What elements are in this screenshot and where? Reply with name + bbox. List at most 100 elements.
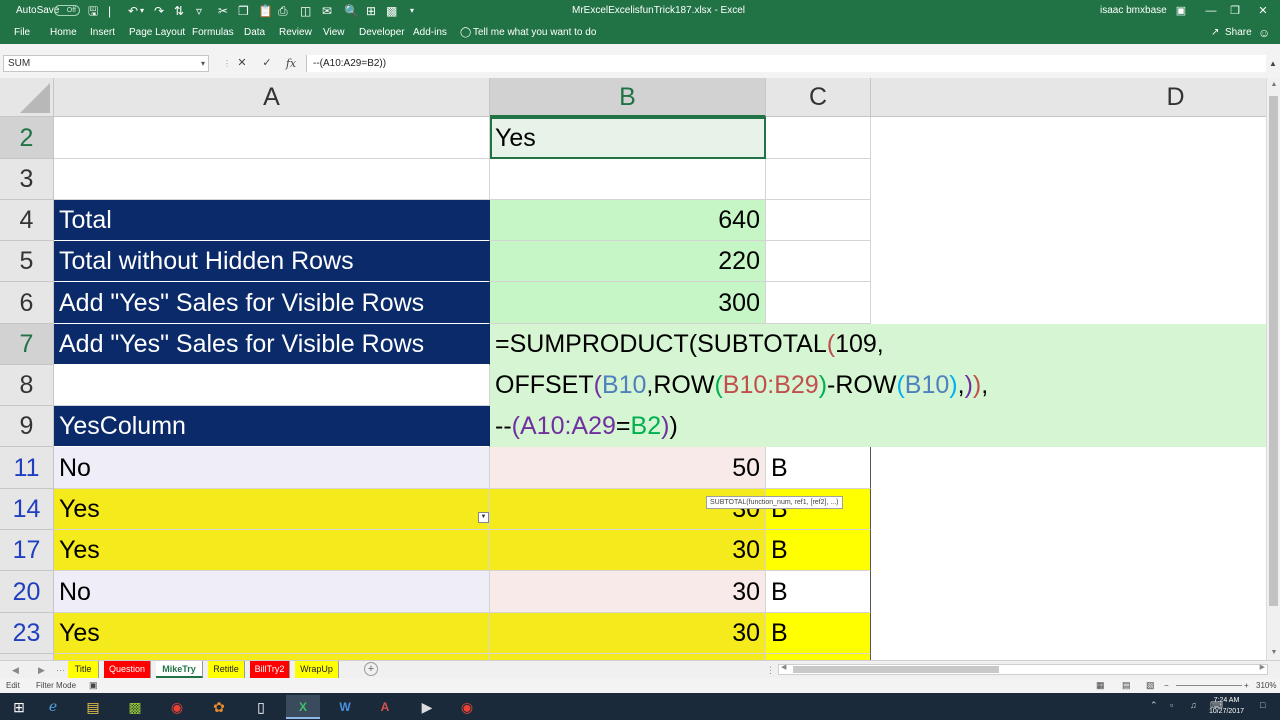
cell-a20[interactable]: No [54, 571, 490, 613]
horizontal-scrollbar[interactable]: ◀ ▶ [778, 664, 1268, 675]
page-layout-view-icon[interactable]: ▤ [1122, 678, 1131, 693]
vertical-scrollbar[interactable]: ▲ ▼ [1266, 78, 1280, 660]
tab-file[interactable]: File [14, 22, 30, 44]
tab-add-ins[interactable]: Add-ins [413, 22, 447, 44]
cell-a17[interactable]: Yes [54, 530, 490, 571]
zoom-level[interactable]: 310% [1256, 678, 1276, 693]
tab-insert[interactable]: Insert [90, 22, 115, 44]
row-header-2[interactable]: 2 [0, 117, 54, 159]
column-header-c[interactable]: C [766, 78, 871, 117]
cell-a8[interactable] [54, 365, 490, 406]
tab-formulas[interactable]: Formulas [192, 22, 234, 44]
media-app-icon[interactable]: ▶ [410, 695, 444, 719]
tab-data[interactable]: Data [244, 22, 265, 44]
scroll-up-icon[interactable]: ▲ [1267, 78, 1280, 92]
sheet-tab-retitle[interactable]: Retitle [208, 661, 245, 678]
formula-input[interactable]: --(A10:A29=B2)) [306, 55, 1266, 72]
cell-a14[interactable]: Yes [54, 489, 490, 530]
chrome-icon[interactable]: ◉ [160, 695, 194, 719]
worksheet-grid[interactable]: A B C D 2 3 4 5 6 7 8 9 11 14 17 20 23 Y… [0, 78, 1266, 660]
tab-home[interactable]: Home [50, 22, 77, 44]
cut-icon[interactable]: ✂ [218, 0, 228, 22]
scroll-right-icon[interactable]: ▶ [1260, 663, 1265, 671]
cell-c3[interactable] [766, 159, 871, 200]
file-explorer-icon[interactable]: ▤ [76, 695, 110, 719]
paste-icon[interactable]: 📋 [258, 0, 273, 22]
sheet-tab-question[interactable]: Question [104, 661, 151, 678]
blank-document-icon[interactable]: ▯ [244, 695, 278, 719]
cancel-icon[interactable]: ✕ [233, 55, 251, 72]
expand-formula-bar-icon[interactable]: ▲ [1264, 55, 1280, 72]
tab-review[interactable]: Review [279, 22, 312, 44]
email-icon[interactable]: ✉ [322, 0, 332, 22]
cell-c4[interactable] [766, 200, 871, 241]
row-header-4[interactable]: 4 [0, 200, 54, 241]
filter-icon[interactable]: ▿ [196, 0, 202, 22]
volume-icon[interactable]: ♫ [1190, 700, 1197, 710]
tell-me-box[interactable]: Tell me what you want to do [473, 22, 596, 44]
redo-icon[interactable]: ↷ [154, 0, 164, 22]
macro-record-icon[interactable]: ▣ [89, 678, 98, 693]
cell-a4[interactable]: Total [54, 200, 490, 241]
network-icon[interactable]: ▫ [1170, 700, 1173, 710]
select-all-button[interactable] [0, 78, 54, 117]
cell-c6[interactable] [766, 282, 871, 324]
row-header-17[interactable]: 17 [0, 530, 54, 571]
copy-icon[interactable]: ❐ [238, 0, 249, 22]
next-sheet-icon[interactable]: ▶ [38, 661, 45, 679]
cell-a23[interactable]: Yes [54, 613, 490, 654]
tab-split-grip-icon[interactable]: ⋮ [766, 661, 775, 679]
paint-app-icon[interactable]: ✿ [202, 695, 236, 719]
row-header-3[interactable]: 3 [0, 159, 54, 200]
access-taskbar-icon[interactable]: A [368, 695, 402, 719]
cell-b3[interactable] [490, 159, 766, 200]
scroll-left-icon[interactable]: ◀ [781, 663, 786, 671]
row-header-20[interactable]: 20 [0, 571, 54, 613]
row-header-6[interactable]: 6 [0, 282, 54, 324]
ribbon-display-options-icon[interactable]: ▣ [1166, 0, 1196, 22]
excel-taskbar-icon[interactable]: X [286, 695, 320, 719]
enter-icon[interactable]: ✓ [258, 55, 276, 72]
column-header-d[interactable]: D [871, 78, 1266, 117]
column-header-a[interactable]: A [54, 78, 490, 117]
autosave-toggle[interactable]: Off [50, 0, 80, 22]
share-button[interactable]: Share [1225, 22, 1252, 44]
user-name[interactable]: isaac bmxbase [1100, 0, 1167, 22]
chart-icon[interactable]: ▩ [386, 0, 397, 22]
row-header-23[interactable]: 23 [0, 613, 54, 654]
chevron-down-icon[interactable]: ▾ [201, 56, 205, 71]
row-header-9[interactable]: 9 [0, 406, 54, 447]
add-sheet-icon[interactable]: + [364, 662, 378, 676]
cell-b23[interactable]: 30 [490, 613, 766, 654]
save-icon[interactable]: 🖫 [88, 0, 98, 22]
zoom-slider[interactable] [1176, 685, 1242, 686]
windows-start-icon[interactable]: ⊞ [2, 695, 36, 719]
internet-explorer-icon[interactable]: e [36, 695, 70, 719]
vertical-scroll-thumb[interactable] [1269, 96, 1278, 606]
insert-function-icon[interactable]: fx [282, 55, 300, 72]
notes-app-icon[interactable]: ▩ [118, 695, 152, 719]
horizontal-scroll-thumb[interactable] [793, 666, 999, 673]
function-tooltip[interactable]: SUBTOTAL(function_num, ref1, [ref2], ...… [706, 496, 843, 509]
zoom-out-icon[interactable]: − [1164, 678, 1169, 693]
cell-a9[interactable]: YesColumn [54, 406, 490, 447]
sheet-tab-billtry2[interactable]: BillTry2 [250, 661, 290, 678]
zoom-in-icon[interactable]: + [1244, 678, 1249, 693]
cell-b20[interactable]: 30 [490, 571, 766, 613]
filter-dropdown-button[interactable]: ▼ [478, 512, 489, 523]
prev-sheet-icon[interactable]: ◀ [12, 661, 19, 679]
column-header-b[interactable]: B [490, 78, 766, 117]
preview-icon[interactable]: ◫ [300, 0, 311, 22]
cell-b6[interactable]: 300 [490, 282, 766, 324]
customize-qat-icon[interactable]: ▾ [410, 0, 414, 22]
row-header-8[interactable]: 8 [0, 365, 54, 406]
cell-a5[interactable]: Total without Hidden Rows [54, 241, 490, 282]
tab-page-layout[interactable]: Page Layout [129, 22, 185, 44]
row-header-5[interactable]: 5 [0, 241, 54, 282]
cell-b5[interactable]: 220 [490, 241, 766, 282]
in-cell-formula-editor[interactable]: =SUMPRODUCT(SUBTOTAL(109, OFFSET(B10,ROW… [490, 324, 1266, 447]
notification-chevron-icon[interactable]: ⌃ [1150, 700, 1158, 711]
zoom-icon[interactable]: 🔍 [344, 0, 359, 22]
tab-developer[interactable]: Developer [359, 22, 405, 44]
scroll-down-icon[interactable]: ▼ [1267, 646, 1280, 660]
